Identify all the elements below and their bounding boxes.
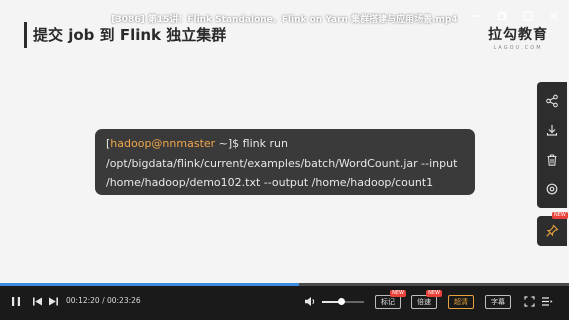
restore-icon[interactable] — [495, 9, 509, 23]
title-accent-bar — [24, 22, 27, 48]
mark-button[interactable]: 标记 NEW — [375, 290, 406, 309]
volume-knob[interactable] — [337, 298, 345, 305]
window-controls — [469, 9, 561, 23]
terminal-line-3: /home/hadoop/demo102.txt --output /home/… — [106, 176, 434, 189]
volume-icon[interactable] — [303, 293, 317, 309]
pin-toolbar: NEW — [537, 212, 568, 246]
time-display: 00:12:20 / 00:23:26 — [66, 296, 141, 305]
close-icon[interactable] — [547, 9, 561, 23]
pin-new-badge: NEW — [552, 212, 568, 219]
delete-icon[interactable] — [542, 150, 562, 170]
player-controls: 00:12:20 / 00:23:26 标记 NEW 倍速 NEW 超清 字幕 — [0, 283, 569, 320]
pause-icon[interactable] — [9, 293, 23, 309]
speed-new-badge: NEW — [426, 290, 442, 297]
terminal-line-2: /opt/bigdata/flink/current/examples/batc… — [106, 156, 458, 170]
mark-new-badge: NEW — [390, 290, 406, 297]
mark-label: 标记 — [381, 298, 395, 306]
speed-label: 倍速 — [417, 298, 431, 306]
maximize-icon[interactable] — [521, 9, 535, 23]
download-icon[interactable] — [542, 120, 562, 140]
previous-icon[interactable] — [31, 293, 43, 309]
side-toolbar — [537, 82, 567, 208]
fullscreen-icon[interactable] — [522, 293, 536, 309]
time-separator: / — [99, 296, 107, 305]
volume-slider[interactable] — [322, 298, 364, 305]
quality-button[interactable]: 超清 — [448, 295, 474, 309]
total-time: 00:23:26 — [106, 296, 141, 305]
subtitle-button[interactable]: 字幕 — [485, 295, 511, 309]
pin-icon[interactable] — [542, 221, 562, 241]
terminal-box: [hadoop@nnmaster ~]$ flink run /opt/bigd… — [95, 129, 475, 195]
progress-fill — [0, 283, 300, 286]
subtitle-label: 字幕 — [491, 298, 505, 306]
current-time: 00:12:20 — [66, 296, 100, 305]
progress-bar[interactable] — [0, 283, 569, 286]
settings-icon[interactable] — [542, 179, 562, 199]
prompt-command: ~]$ flink run — [215, 137, 288, 150]
speed-button[interactable]: 倍速 NEW — [411, 290, 442, 309]
logo-subtext: LAGOU.COM — [493, 45, 543, 51]
playlist-icon[interactable] — [540, 293, 554, 309]
slide-title: 提交 job 到 Flink 独立集群 — [33, 26, 227, 44]
terminal-line-1: [hadoop@nnmaster ~]$ flink run — [106, 134, 464, 154]
logo-text: 拉勾教育 — [488, 27, 548, 43]
next-icon[interactable] — [47, 293, 59, 309]
share-icon[interactable] — [542, 91, 562, 111]
prompt-user: hadoop@nnmaster — [110, 137, 216, 150]
slide-frame: 提交 job 到 Flink 独立集群 拉勾教育 LAGOU.COM [hado… — [0, 0, 569, 283]
minimize-icon[interactable] — [469, 9, 483, 23]
quality-label: 超清 — [454, 298, 468, 306]
brand-logo: 拉勾教育 LAGOU.COM — [488, 24, 548, 51]
video-player: 提交 job 到 Flink 独立集群 拉勾教育 LAGOU.COM [hado… — [0, 0, 569, 320]
